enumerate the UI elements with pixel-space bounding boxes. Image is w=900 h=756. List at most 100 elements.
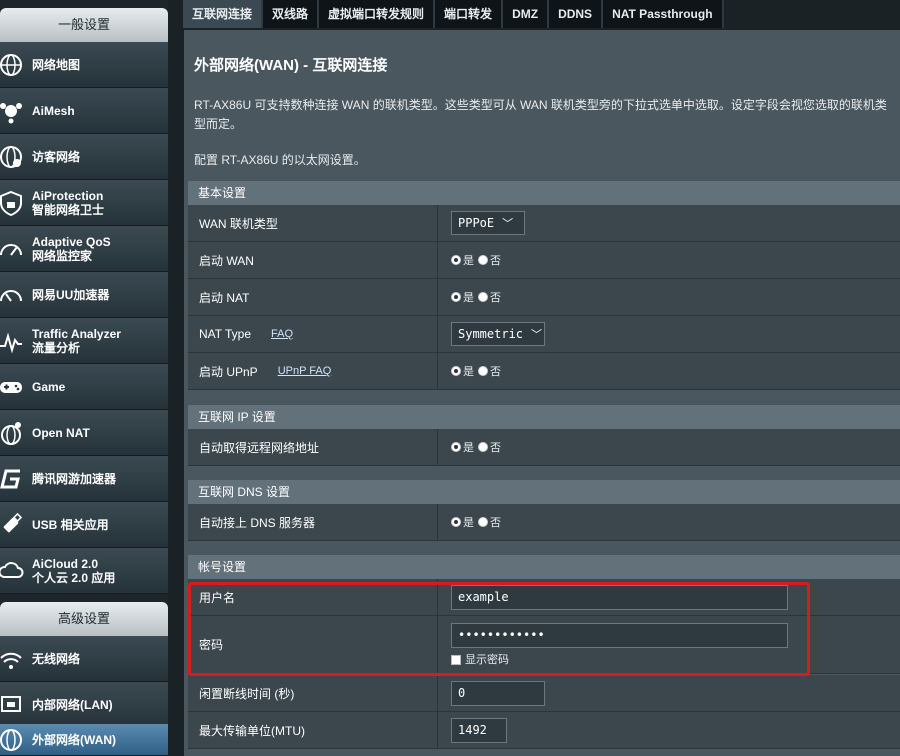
radio-dot	[478, 292, 488, 302]
sidebar-item-sublabel: 流量分析	[32, 340, 81, 355]
auto-dns-label: 自动接上 DNS 服务器	[188, 504, 438, 540]
row-mtu: 最大传输单位(MTU) 1492	[188, 712, 900, 749]
tab-virtual-server[interactable]: 虚拟端口转发规则	[319, 0, 436, 28]
open-nat-icon	[0, 418, 26, 448]
radio-label: 是	[463, 255, 474, 267]
sidebar-item-label: 内部网络(LAN)	[32, 697, 113, 712]
radio-label: 是	[463, 366, 474, 378]
sidebar-item-label: 网络地图	[32, 57, 81, 72]
chevron-down-icon: ﹀	[502, 217, 514, 230]
idle-time-label: 闲置断线时间 (秒)	[188, 675, 438, 711]
sidebar-item-lan[interactable]: 内部网络(LAN)	[0, 682, 168, 728]
enable-nat-yes-radio[interactable]: 是	[451, 289, 474, 305]
page-subdescription: 配置 RT-AX86U 的以太网设置。	[194, 153, 366, 167]
sidebar-general-header: 一般设置	[0, 8, 168, 42]
sidebar-item-label: USB 相关应用	[32, 517, 109, 532]
radio-dot	[451, 517, 461, 527]
sidebar-item-tencent-accelerator[interactable]: 腾讯网游加速器	[0, 456, 168, 502]
tab-internet-connection[interactable]: 互联网连接	[183, 0, 264, 28]
row-wan-type: WAN 联机类型 PPPoE ﹀	[188, 205, 900, 242]
radio-dot	[478, 517, 488, 527]
username-input[interactable]: example	[451, 584, 788, 610]
nat-type-select[interactable]: Symmetric ﹀	[451, 322, 545, 346]
sidebar-item-wireless[interactable]: 无线网络	[0, 636, 168, 682]
enable-nat-no-radio[interactable]: 否	[478, 289, 501, 305]
tab-dual-wan[interactable]: 双线路	[263, 0, 320, 28]
radio-label: 否	[490, 366, 501, 378]
shield-lock-icon	[0, 188, 26, 218]
sidebar-item-traffic-analyzer[interactable]: Traffic Analyzer 流量分析	[0, 318, 168, 364]
auto-dns-yes-radio[interactable]: 是	[451, 514, 474, 530]
sidebar-item-open-nat[interactable]: Open NAT	[0, 410, 168, 456]
sidebar-item-label: 访客网络	[32, 149, 81, 164]
section-ip-settings: 互联网 IP 设置	[188, 405, 900, 429]
enable-wan-yes-radio[interactable]: 是	[451, 252, 474, 268]
tab-nat-passthrough[interactable]: NAT Passthrough	[603, 0, 724, 28]
radio-dot	[478, 366, 488, 376]
cloud-icon	[0, 556, 26, 586]
sidebar-item-aiprotection[interactable]: AiProtection 智能网络卫士	[0, 180, 168, 226]
radio-label: 否	[490, 292, 501, 304]
upnp-yes-radio[interactable]: 是	[451, 363, 474, 379]
main-panel: 外部网络(WAN) - 互联网连接 RT-AX86U 可支持数种连接 WAN 的…	[184, 30, 900, 756]
page-title: 外部网络(WAN) - 互联网连接	[194, 57, 388, 74]
row-username: 用户名 example	[188, 579, 900, 616]
sidebar-item-guest-network[interactable]: 访客网络	[0, 134, 168, 180]
radio-dot	[478, 255, 488, 265]
upnp-no-radio[interactable]: 否	[478, 363, 501, 379]
guest-network-icon	[0, 142, 26, 172]
speedometer-icon	[0, 234, 26, 264]
chevron-down-icon: ﹀	[531, 328, 543, 341]
gamepad-icon	[0, 372, 26, 402]
radio-dot	[451, 292, 461, 302]
sidebar-item-usb-apps[interactable]: USB 相关应用	[0, 502, 168, 548]
tencent-g-icon	[0, 464, 26, 494]
row-nat-type: NAT Type FAQ Symmetric ﹀	[188, 316, 900, 353]
row-enable-nat: 启动 NAT 是 否	[188, 279, 900, 316]
row-auto-ip: 自动取得远程网络地址 是 否	[188, 429, 900, 466]
sidebar-item-label: Adaptive QoS	[32, 234, 111, 249]
auto-ip-yes-radio[interactable]: 是	[451, 439, 474, 455]
password-input[interactable]: ••••••••••••	[451, 622, 788, 648]
radio-label: 否	[490, 517, 501, 529]
auto-ip-no-radio[interactable]: 否	[478, 439, 501, 455]
auto-ip-label: 自动取得远程网络地址	[188, 429, 438, 465]
radio-label: 是	[463, 442, 474, 454]
auto-dns-no-radio[interactable]: 否	[478, 514, 501, 530]
sidebar-item-game[interactable]: Game	[0, 364, 168, 410]
radio-dot	[451, 255, 461, 265]
radio-dot	[451, 442, 461, 452]
sidebar-item-adaptive-qos[interactable]: Adaptive QoS 网络监控家	[0, 226, 168, 272]
mtu-label: 最大传输单位(MTU)	[188, 712, 438, 748]
globe-network-icon	[0, 50, 26, 80]
nat-type-faq-link[interactable]: FAQ	[271, 328, 293, 340]
sidebar-item-aicloud[interactable]: AiCloud 2.0 个人云 2.0 应用	[0, 548, 168, 594]
usb-icon	[0, 510, 26, 540]
idle-time-input[interactable]: 0	[451, 680, 545, 706]
sidebar-item-uu-accelerator[interactable]: 网易UU加速器	[0, 272, 168, 318]
nat-type-label: NAT Type	[199, 327, 252, 341]
wifi-icon	[0, 644, 26, 674]
sidebar-item-aimesh[interactable]: AiMesh	[0, 88, 168, 134]
sidebar-item-network-map[interactable]: 网络地图	[0, 42, 168, 88]
sidebar-item-sublabel: 个人云 2.0 应用	[32, 570, 116, 585]
section-account-settings: 帐号设置	[188, 555, 900, 579]
row-enable-upnp: 启动 UPnP UPnP FAQ 是 否	[188, 353, 900, 390]
mtu-input[interactable]: 1492	[451, 717, 507, 743]
row-enable-wan: 启动 WAN 是 否	[188, 242, 900, 279]
enable-wan-no-radio[interactable]: 否	[478, 252, 501, 268]
sidebar-item-label: 外部网络(WAN)	[32, 732, 116, 747]
mesh-icon	[0, 96, 26, 126]
wan-type-select[interactable]: PPPoE ﹀	[451, 211, 525, 235]
radio-label: 是	[463, 292, 474, 304]
show-password-checkbox[interactable]	[451, 654, 461, 665]
upnp-faq-link[interactable]: UPnP FAQ	[278, 365, 332, 377]
sidebar-item-label: AiCloud 2.0	[32, 556, 99, 571]
sidebar-item-label: AiProtection	[32, 188, 104, 203]
sidebar-item-wan[interactable]: 外部网络(WAN)	[0, 724, 168, 756]
tab-dmz[interactable]: DMZ	[503, 0, 550, 28]
sidebar-item-label: 无线网络	[32, 651, 81, 666]
tab-port-trigger[interactable]: 端口转发	[435, 0, 504, 28]
tab-ddns[interactable]: DDNS	[549, 0, 604, 28]
section-dns-settings: 互联网 DNS 设置	[188, 480, 900, 504]
